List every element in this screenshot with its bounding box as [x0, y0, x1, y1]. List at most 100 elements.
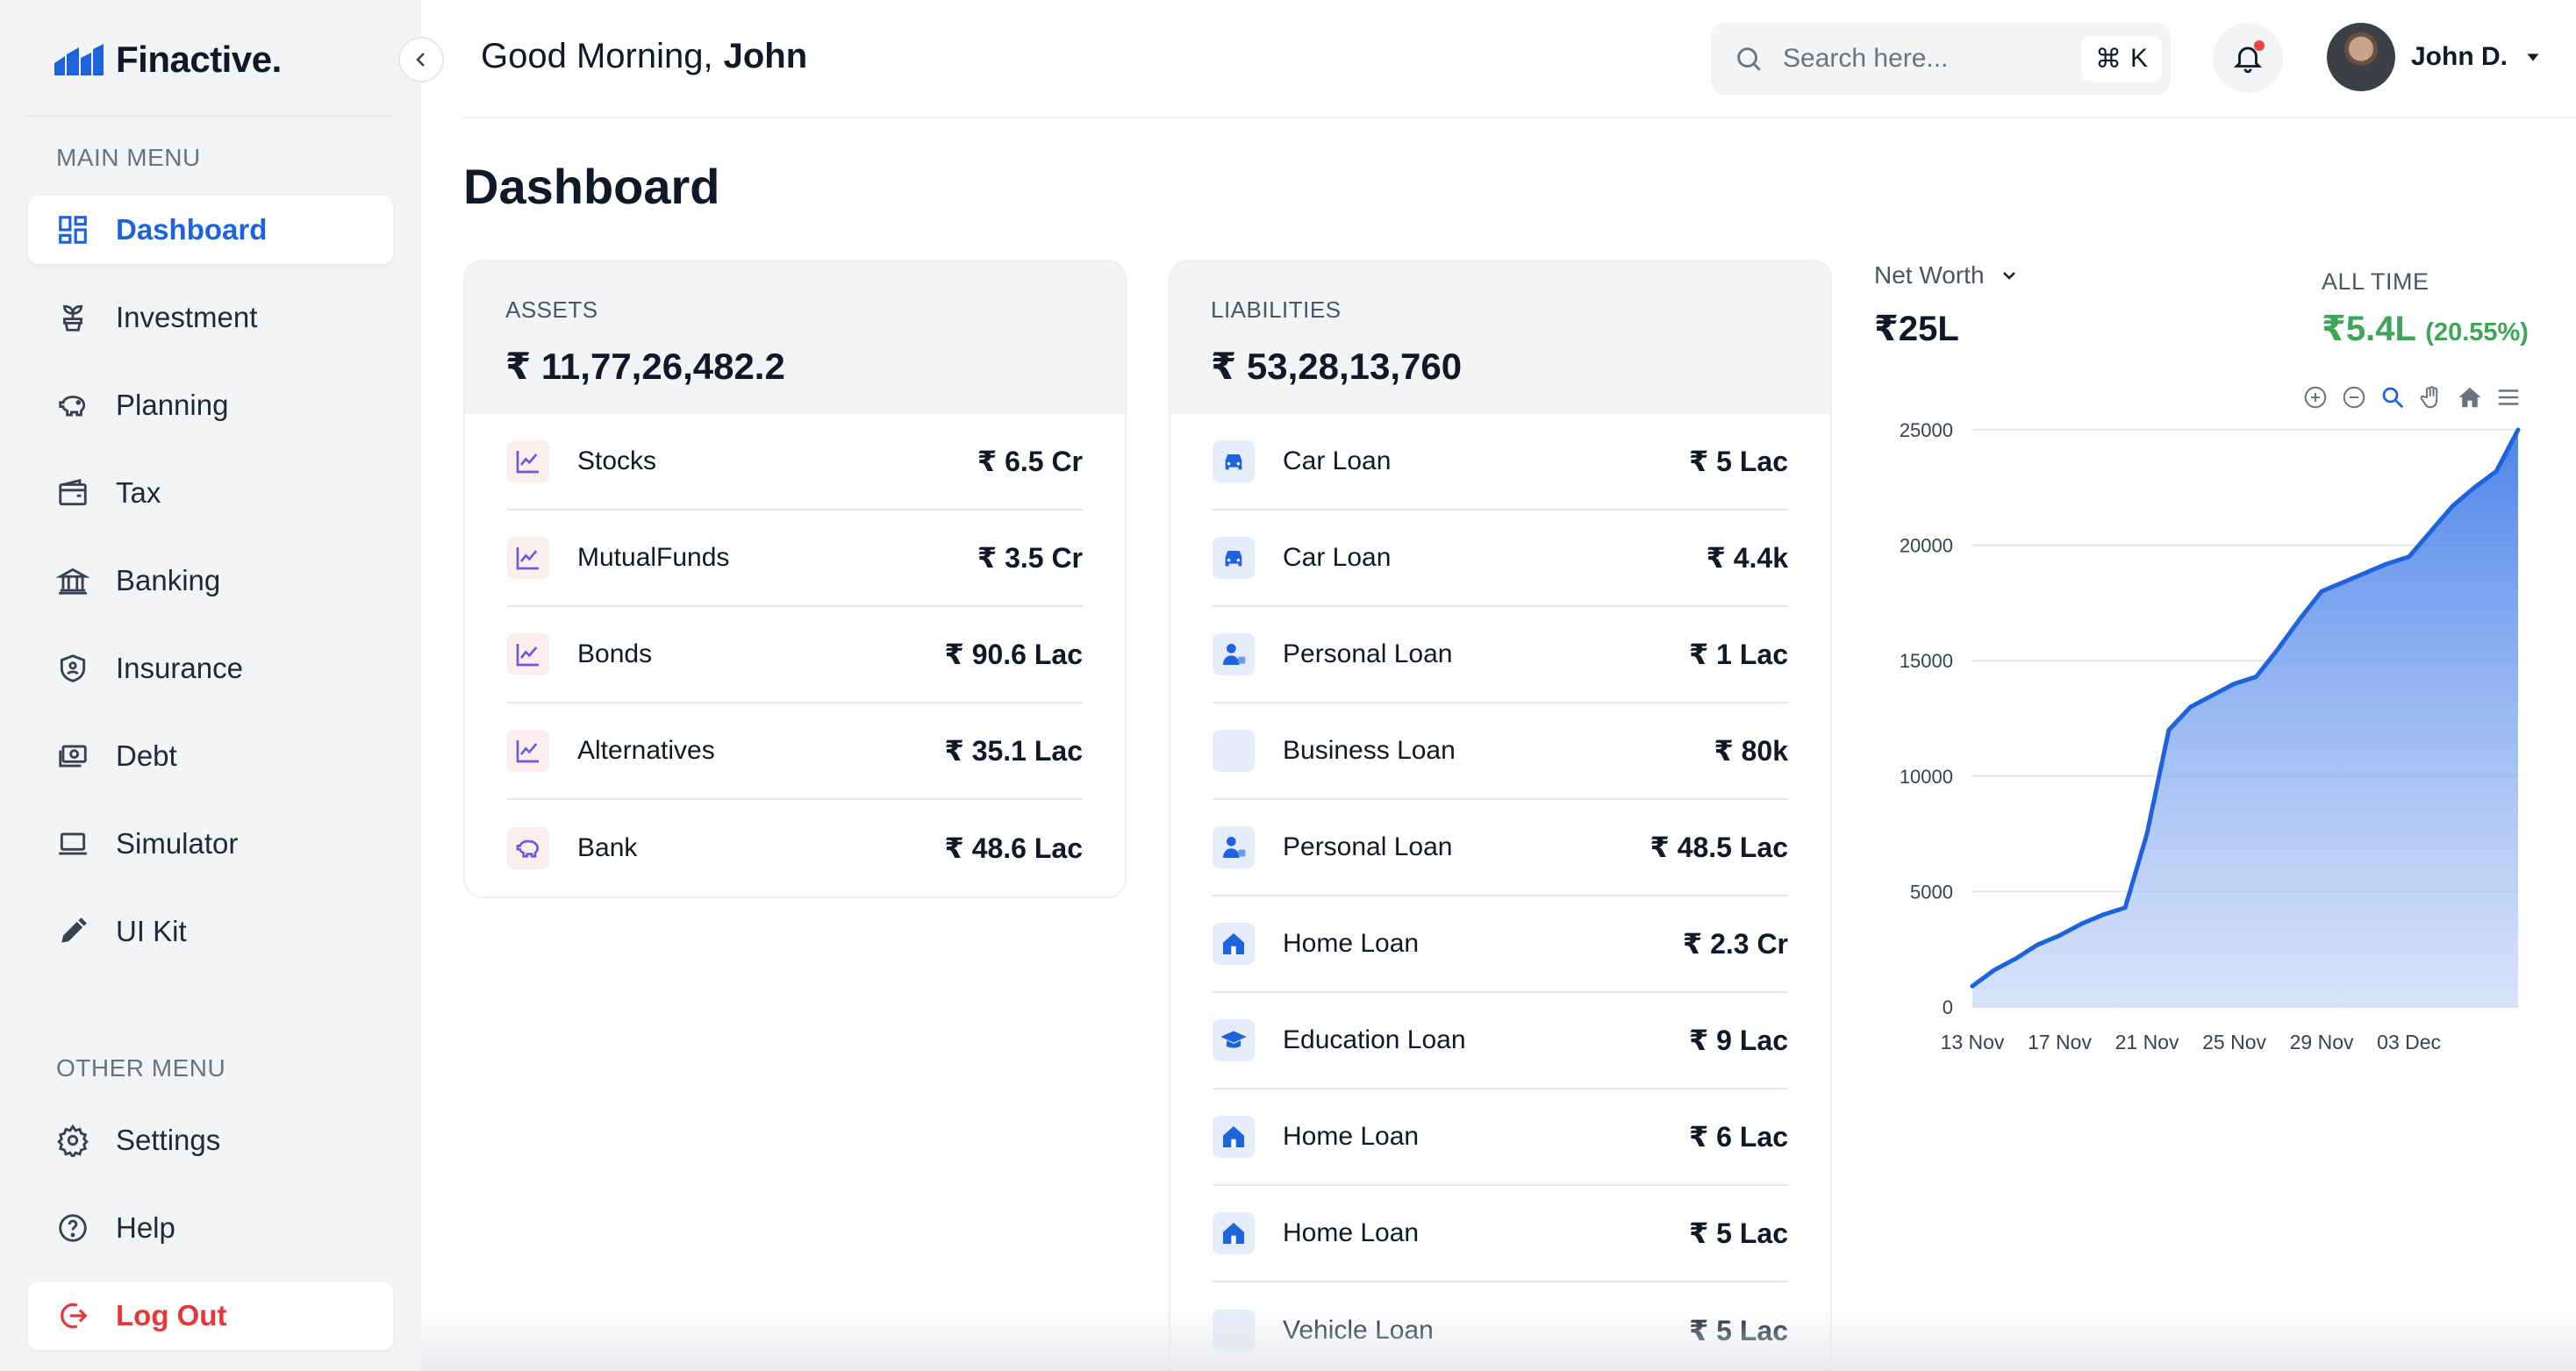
other-menu-heading: OTHER MENU: [56, 1054, 226, 1082]
logo-bars-icon: [54, 44, 104, 75]
x-tick-label: 25 Nov: [2202, 1031, 2266, 1053]
liabilities-total: ₹ 53,28,13,760: [1211, 346, 1463, 387]
x-tick-label: 13 Nov: [1941, 1031, 2005, 1053]
app-name: Finactive.: [116, 39, 282, 80]
sidebar-item-label: Help: [116, 1211, 175, 1244]
assets-list: Stocks ₹ 6.5 Cr MutualFunds ₹ 3.5 Cr Bonds ₹ …: [465, 414, 1125, 896]
home-icon: [1213, 923, 1255, 965]
plant-icon: [63, 304, 82, 332]
assets-header: ASSETS ₹ 11,77,26,482.2: [465, 261, 1125, 414]
header-divider: [462, 117, 2576, 118]
home-icon: [1213, 1116, 1255, 1158]
liabilities-header: LIABILITIES ₹ 53,28,13,760: [1170, 261, 1830, 414]
logout-icon: [61, 1303, 88, 1329]
liabilities-value: ₹ 9 Lac: [1689, 1025, 1788, 1056]
caret-down-icon: [2527, 54, 2539, 61]
collapse-sidebar-button[interactable]: [398, 37, 444, 82]
liabilities-name: Car Loan: [1283, 543, 1392, 572]
assets-name: Bonds: [577, 639, 653, 668]
sidebar-item-ui-kit[interactable]: UI Kit: [28, 897, 393, 966]
assets-row[interactable]: Alternatives ₹ 35.1 Lac: [507, 703, 1083, 800]
greeting: Good Morning, John: [481, 37, 807, 76]
sidebar-item-label: Debt: [116, 739, 177, 772]
assets-row[interactable]: Stocks ₹ 6.5 Cr: [507, 414, 1083, 511]
liabilities-name: Car Loan: [1283, 446, 1392, 475]
liabilities-value: ₹ 48.5 Lac: [1649, 832, 1788, 863]
bank-icon: [56, 568, 89, 595]
blank-icon: [1213, 730, 1255, 772]
sidebar-item-settings[interactable]: Settings: [28, 1106, 393, 1175]
assets-value: ₹ 48.6 Lac: [944, 832, 1083, 864]
sidebar-item-debt[interactable]: Debt: [28, 722, 393, 790]
search-box[interactable]: ⌘ K: [1711, 23, 2171, 95]
pencil-icon: [61, 918, 87, 943]
piggy-bank-icon: [59, 396, 86, 417]
liabilities-value: ₹ 4.4k: [1706, 542, 1788, 574]
net-worth-chart: 0 5000 10000 15000 20000 25000 13 Nov 17 Nov 21 …: [1900, 419, 2521, 1053]
gain-value: ₹5.4L: [2322, 310, 2416, 348]
search-icon: [1737, 47, 1761, 71]
y-tick-label: 25000: [1900, 419, 1953, 441]
sidebar-item-label: Tax: [116, 476, 161, 509]
assets-value: ₹ 3.5 Cr: [977, 542, 1083, 574]
trend-icon: [507, 440, 549, 482]
sidebar-item-simulator[interactable]: Simulator: [28, 810, 393, 878]
y-tick-label: 20000: [1900, 535, 1953, 557]
laptop-icon: [59, 832, 87, 855]
sidebar-item-dashboard[interactable]: Dashboard: [28, 196, 393, 264]
assets-label: ASSETS: [505, 296, 598, 323]
home-icon: [1213, 1212, 1255, 1254]
area-fill: [1972, 430, 2518, 1007]
logout-button[interactable]: Log Out: [28, 1282, 393, 1350]
liabilities-row[interactable]: Personal Loan ₹ 48.5 Lac: [1213, 800, 1788, 896]
sidebar-item-tax[interactable]: Tax: [28, 459, 393, 527]
sidebar-item-label: Simulator: [116, 827, 239, 860]
liabilities-value: ₹ 80k: [1714, 735, 1788, 767]
x-tick-label: 17 Nov: [2028, 1031, 2092, 1053]
greeting-user-name: John: [723, 37, 808, 75]
liabilities-name: Business Loan: [1283, 736, 1456, 765]
net-worth-dropdown[interactable]: Net Worth: [1874, 261, 2020, 289]
sidebar-item-help[interactable]: Help: [28, 1194, 393, 1262]
assets-row[interactable]: Bonds ₹ 90.6 Lac: [507, 607, 1083, 703]
liabilities-row[interactable]: Personal Loan ₹ 1 Lac: [1213, 607, 1788, 703]
sidebar-item-label: Log Out: [116, 1299, 227, 1332]
chevron-down-icon: [2002, 272, 2015, 280]
search-input[interactable]: [1783, 44, 2046, 74]
liabilities-row[interactable]: Car Loan ₹ 5 Lac: [1213, 414, 1788, 511]
net-worth-gain: ₹5.4L (20.55%): [2322, 309, 2529, 349]
sidebar-item-insurance[interactable]: Insurance: [28, 634, 393, 703]
liabilities-row[interactable]: Education Loan ₹ 9 Lac: [1213, 993, 1788, 1089]
trend-icon: [507, 633, 549, 675]
assets-row[interactable]: MutualFunds ₹ 3.5 Cr: [507, 511, 1083, 607]
period-label: ALL TIME: [2322, 268, 2429, 295]
liabilities-name: Personal Loan: [1283, 832, 1453, 861]
app-logo[interactable]: Finactive.: [54, 39, 282, 81]
liabilities-row[interactable]: Home Loan ₹ 2.3 Cr: [1213, 896, 1788, 993]
chevron-left-icon: [416, 53, 425, 67]
liabilities-row[interactable]: Car Loan ₹ 4.4k: [1213, 511, 1788, 607]
assets-name: Bank: [577, 833, 638, 862]
sidebar-item-planning[interactable]: Planning: [28, 371, 393, 439]
sidebar-item-investment[interactable]: Investment: [28, 283, 393, 352]
assets-total: ₹ 11,77,26,482.2: [505, 346, 785, 387]
notifications-button[interactable]: [2213, 23, 2283, 93]
assets-value: ₹ 90.6 Lac: [944, 639, 1083, 670]
trend-icon: [507, 537, 549, 579]
liabilities-row[interactable]: Home Loan ₹ 5 Lac: [1213, 1186, 1788, 1282]
sidebar-item-label: Insurance: [116, 652, 243, 684]
user-menu[interactable]: John D.: [2327, 23, 2543, 91]
liabilities-name: Home Loan: [1283, 1122, 1420, 1151]
gear-icon: [57, 1124, 89, 1157]
liabilities-name: Personal Loan: [1283, 639, 1453, 668]
y-tick-label: 0: [1943, 996, 1953, 1018]
money-icon: [59, 745, 87, 768]
assets-row[interactable]: Bank ₹ 48.6 Lac: [507, 800, 1083, 896]
liabilities-row[interactable]: Business Loan ₹ 80k: [1213, 703, 1788, 800]
sidebar-item-banking[interactable]: Banking: [28, 546, 393, 615]
liabilities-name: Education Loan: [1283, 1025, 1466, 1054]
liabilities-row[interactable]: Home Loan ₹ 6 Lac: [1213, 1089, 1788, 1186]
assets-value: ₹ 35.1 Lac: [944, 735, 1083, 767]
y-tick-label: 10000: [1900, 766, 1953, 788]
notification-dot: [2254, 40, 2265, 51]
